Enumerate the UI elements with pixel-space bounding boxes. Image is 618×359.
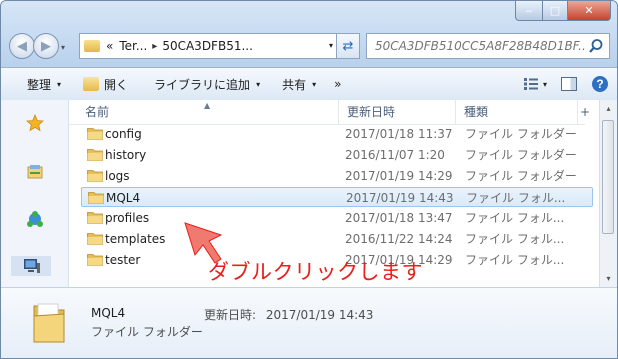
details-modified: 更新日時: 2017/01/19 14:43 <box>204 306 373 323</box>
folder-icon <box>33 303 65 343</box>
file-modified: 2016/11/07 1:20 <box>345 148 445 162</box>
close-button[interactable]: ✕ <box>568 1 611 21</box>
open-button[interactable]: 開く <box>69 68 136 100</box>
file-row[interactable]: templates 2016/11/22 14:24 ファイル フォル... <box>81 229 593 249</box>
recent-pages-dropdown[interactable]: ▾ <box>61 43 65 52</box>
add-to-library-button[interactable]: ライブラリに追加 ▾ <box>136 68 268 100</box>
search-icon[interactable] <box>588 38 604 54</box>
annotation-text: ダブルクリックします <box>208 260 423 284</box>
file-name: templates <box>105 232 166 246</box>
preview-pane-button[interactable] <box>561 77 577 91</box>
folder-icon <box>87 128 103 140</box>
file-row[interactable]: config 2017/01/18 11:37 ファイル フォルダー <box>81 124 593 144</box>
command-bar: 整理 ▾ 開く ライブラリに追加 ▾ 共有 ▾ » ▾ ? <box>1 67 617 101</box>
navigation-pane <box>1 100 69 287</box>
explorer-window: ‒ □ ✕ ◀ ▶ ▾ « Ter... ▸ 50CA3DFB51... ▾ ⇄ <box>0 0 618 359</box>
computer-icon <box>24 259 40 273</box>
open-label: 開く <box>104 77 129 92</box>
svg-text:?: ? <box>596 77 603 91</box>
column-type[interactable]: 種類 <box>456 100 578 124</box>
file-modified: 2017/01/18 11:37 <box>345 127 453 141</box>
network-icon[interactable] <box>26 210 44 228</box>
details-name: MQL4 <box>91 306 126 320</box>
star-icon[interactable] <box>26 114 44 132</box>
details-type: ファイル フォルダー <box>91 325 203 339</box>
back-button[interactable]: ◀ <box>9 33 35 59</box>
vertical-scrollbar[interactable]: ▴ ▾ <box>599 100 617 287</box>
more-commands-button[interactable]: » <box>324 68 349 100</box>
open-folder-icon <box>83 77 100 91</box>
file-type: ファイル フォル... <box>465 232 565 246</box>
folder-icon <box>88 192 104 204</box>
address-dropdown[interactable]: ▾ <box>329 41 333 50</box>
file-type: ファイル フォル... <box>465 253 565 267</box>
computer-item[interactable] <box>11 256 51 276</box>
folder-icon <box>87 254 103 266</box>
minimize-button[interactable]: ‒ <box>515 1 543 21</box>
scroll-thumb[interactable] <box>602 120 614 234</box>
file-modified: 2016/11/22 14:24 <box>345 232 453 246</box>
breadcrumb-current[interactable]: 50CA3DFB51... <box>162 39 253 53</box>
refresh-button[interactable]: ⇄ <box>336 33 360 59</box>
help-icon[interactable]: ? <box>591 75 609 93</box>
caption-buttons: ‒ □ ✕ <box>515 1 611 21</box>
file-type: ファイル フォルダー <box>465 148 577 162</box>
folder-icon <box>87 170 103 182</box>
file-name: profiles <box>105 211 150 225</box>
organize-button[interactable]: 整理 ▾ <box>1 68 69 100</box>
address-overflow-chevron[interactable]: « <box>106 39 113 53</box>
chevron-down-icon: ▾ <box>542 79 547 89</box>
add-to-library-label: ライブラリに追加 <box>154 77 251 92</box>
libraries-icon[interactable] <box>26 163 44 181</box>
search-input[interactable] <box>373 38 587 54</box>
file-name: config <box>105 127 142 141</box>
folder-icon <box>87 212 103 224</box>
view-icon <box>523 78 538 90</box>
file-row[interactable]: history 2016/11/07 1:20 ファイル フォルダー <box>81 145 593 165</box>
folder-icon <box>87 233 103 245</box>
file-modified: 2017/01/18 13:47 <box>345 211 453 225</box>
details-modified-value: 2017/01/19 14:43 <box>265 308 374 322</box>
file-name: MQL4 <box>106 191 141 205</box>
search-box[interactable] <box>366 33 610 59</box>
share-label: 共有 <box>282 77 307 92</box>
file-name: logs <box>105 169 130 183</box>
file-name: tester <box>105 253 141 267</box>
more-commands-label: » <box>334 77 342 91</box>
chevron-down-icon: ▾ <box>312 79 317 89</box>
details-modified-label: 更新日時: <box>204 308 257 322</box>
breadcrumb-separator[interactable]: ▸ <box>152 41 157 52</box>
address-bar[interactable]: « Ter... ▸ 50CA3DFB51... ▾ ⇄ <box>79 33 360 59</box>
column-header: 名前 ▲ 更新日時 種類 + <box>69 100 590 125</box>
sort-arrow-icon: ▲ <box>204 101 211 110</box>
file-type: ファイル フォル... <box>466 191 566 205</box>
file-modified: 2017/01/19 14:29 <box>345 169 453 183</box>
breadcrumb-terminal[interactable]: Ter... <box>119 39 147 53</box>
file-row[interactable]: logs 2017/01/19 14:29 ファイル フォルダー <box>81 166 593 186</box>
details-pane: MQL4 ファイル フォルダー 更新日時: 2017/01/19 14:43 <box>1 287 617 358</box>
share-button[interactable]: 共有 ▾ <box>268 68 324 100</box>
file-modified: 2017/01/19 14:43 <box>346 191 454 205</box>
file-type: ファイル フォルダー <box>465 169 577 183</box>
scroll-down-button[interactable]: ▾ <box>600 270 617 287</box>
title-frame: ‒ □ ✕ ◀ ▶ ▾ « Ter... ▸ 50CA3DFB51... ▾ ⇄ <box>1 1 617 67</box>
folder-icon <box>84 40 100 52</box>
folder-icon <box>87 149 103 161</box>
scroll-up-button[interactable]: ▴ <box>600 100 617 117</box>
file-name: history <box>105 148 147 162</box>
maximize-button[interactable]: □ <box>543 1 568 21</box>
column-modified[interactable]: 更新日時 <box>339 100 456 124</box>
organize-label: 整理 <box>27 77 52 92</box>
forward-button[interactable]: ▶ <box>33 33 59 59</box>
chevron-down-icon: ▾ <box>256 79 261 89</box>
file-type: ファイル フォル... <box>465 211 565 225</box>
view-button[interactable]: ▾ <box>523 77 547 91</box>
chevron-down-icon: ▾ <box>57 79 62 89</box>
navigation-buttons: ◀ ▶ ▾ <box>9 31 65 59</box>
toolbar-right: ▾ ? <box>523 68 609 100</box>
column-more[interactable]: + <box>578 100 594 124</box>
file-type: ファイル フォルダー <box>465 127 577 141</box>
file-row[interactable]: profiles 2017/01/18 13:47 ファイル フォル... <box>81 208 593 228</box>
file-row[interactable]: MQL4 2017/01/19 14:43 ファイル フォル... <box>81 187 593 207</box>
